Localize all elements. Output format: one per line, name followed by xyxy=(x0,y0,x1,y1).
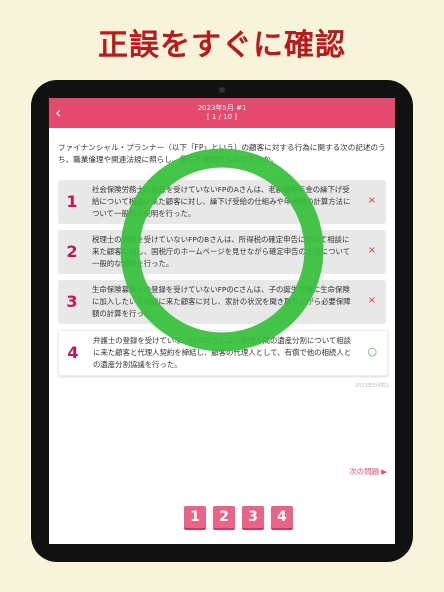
question-progress: [ 1 / 10 ] xyxy=(206,113,238,121)
promo-headline: 正誤をすぐに確認 xyxy=(98,28,346,63)
app-screen: ‹ 2023年5月 #1 [ 1 / 10 ] ファイナンシャル・プランナー（以… xyxy=(49,98,395,544)
choice-1[interactable]: 1 社会保険労務士の登録を受けていないFPのAさんは、老齢基礎年金の繰下げ受給に… xyxy=(58,180,386,224)
next-question-link[interactable]: 次の問題 ▶ xyxy=(349,466,387,477)
choice-number: 3 xyxy=(66,292,78,311)
choice-4[interactable]: 4 弁護士の登録を受けていないFPのDさんは、相続人間の遺産分割について相談に来… xyxy=(58,330,388,376)
choice-number: 1 xyxy=(66,192,78,211)
answer-button-1[interactable]: 1 xyxy=(184,506,206,528)
choice-2[interactable]: 2 税理士の登録を受けていないFPのBさんは、所得税の確定申告について相談に来た… xyxy=(58,230,386,274)
wrong-mark-icon: × xyxy=(367,295,376,306)
camera-dot xyxy=(219,87,225,93)
choice-text: 生命保険募集人の登録を受けていないFPのCさんは、子の誕生を機に生命保険に加入し… xyxy=(92,285,351,318)
choice-number: 4 xyxy=(67,343,79,362)
choice-number: 2 xyxy=(66,242,78,261)
answer-button-4[interactable]: 4 xyxy=(271,506,293,528)
choice-3[interactable]: 3 生命保険募集人の登録を受けていないFPのCさんは、子の誕生を機に生命保険に加… xyxy=(58,280,386,324)
choice-text: 税理士の登録を受けていないFPのBさんは、所得税の確定申告について相談に来た顧客… xyxy=(92,235,351,268)
choice-text: 弁護士の登録を受けていないFPのDさんは、相続人間の遺産分割について相談に来た顧… xyxy=(93,336,352,369)
choice-text: 社会保険労務士の登録を受けていないFPのAさんは、老齢基礎年金の繰下げ受給につい… xyxy=(92,185,351,218)
correct-mark-icon: ○ xyxy=(367,345,377,358)
header-bar: ‹ 2023年5月 #1 [ 1 / 10 ] xyxy=(49,98,395,128)
tablet-frame: ‹ 2023年5月 #1 [ 1 / 10 ] ファイナンシャル・プランナー（以… xyxy=(31,80,413,562)
question-text: ファイナンシャル・プランナー（以下「FP」という）の顧客に対する行為に関する次の… xyxy=(58,143,386,164)
question-source: 2023年5月問1 xyxy=(354,383,389,389)
answer-button-3[interactable]: 3 xyxy=(242,506,264,528)
wrong-mark-icon: × xyxy=(367,195,376,206)
exam-title: 2023年5月 #1 xyxy=(197,104,247,112)
wrong-mark-icon: × xyxy=(367,245,376,256)
answer-button-2[interactable]: 2 xyxy=(213,506,235,528)
